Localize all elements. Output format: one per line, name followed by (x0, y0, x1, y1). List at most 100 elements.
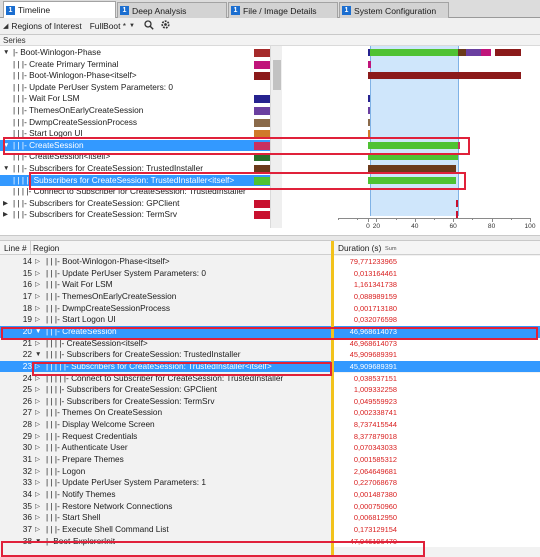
series-color-swatch[interactable] (254, 107, 270, 115)
table-row[interactable]: 38 ▼ |- Boot-ExplorerInit 47,946196470 (0, 535, 540, 548)
timeline-graph[interactable]: 0 20 40 60 80 100 (282, 46, 540, 235)
table-row[interactable]: 34 ▷ | | |- Notify Themes 0,001487380 (0, 489, 540, 501)
series-color-swatch[interactable] (254, 83, 270, 92)
expand-right-icon[interactable]: ▷ (35, 279, 40, 291)
expand-right-icon[interactable]: ▷ (35, 489, 40, 501)
search-icon[interactable] (144, 19, 154, 33)
table-row[interactable]: 14 ▷ | | |- Boot-Winlogon-Phase<itself> 79,… (0, 256, 540, 268)
table-row[interactable]: 19 ▷ | | |- Start Logon UI 0,032076598 (0, 314, 540, 326)
expand-right-icon[interactable]: ▷ (35, 361, 40, 373)
table-row[interactable]: 37 ▷ | | |- Execute Shell Command List 0,17… (0, 523, 540, 536)
graph-bar-segment[interactable] (368, 72, 522, 80)
table-row[interactable]: 22 ▼ | | | |- Subscribers for CreateSessio… (0, 349, 540, 361)
expand-right-icon[interactable]: ▷ (35, 407, 40, 419)
tab-system-configuration[interactable]: 1 System Configuration (339, 2, 449, 18)
series-scrollbar[interactable] (270, 46, 282, 228)
series-tree-row[interactable]: ▼ | | |- CreateSession (0, 139, 270, 152)
tab-timeline[interactable]: 1 Timeline (3, 1, 116, 18)
expand-down-icon[interactable]: ▼ (35, 349, 41, 361)
graph-bar-segment[interactable] (368, 118, 370, 126)
graph-bar-segment[interactable] (368, 107, 370, 114)
graph-bar-segment[interactable] (368, 153, 459, 161)
series-color-swatch[interactable] (254, 188, 270, 197)
table-row[interactable]: 31 ▷ | | |- Prepare Themes 0,001585312 (0, 454, 540, 466)
expand-right-icon[interactable]: ▷ (35, 477, 40, 489)
table-row[interactable]: 15 ▷ | | |- Update PerUser System Paramete… (0, 267, 540, 280)
expand-right-icon[interactable]: ▶ (3, 198, 11, 210)
graph-bar-segment[interactable] (458, 49, 466, 56)
series-tree-row[interactable]: ▼ |- Boot-Winlogon-Phase (0, 47, 270, 59)
column-header-line[interactable]: Line # (4, 243, 27, 253)
series-color-swatch[interactable] (254, 60, 270, 69)
table-row[interactable]: 23 ▷ | | | | |- Subscribers for CreateSess… (0, 360, 540, 373)
expand-right-icon[interactable]: ▷ (35, 431, 40, 443)
expand-right-icon[interactable]: ▷ (35, 291, 40, 303)
table-row[interactable]: 36 ▷ | | |- Start Shell 0,006812950 (0, 512, 540, 524)
collapse-arrow-icon[interactable]: ◢ (3, 22, 8, 30)
table-row[interactable]: 30 ▷ | | |- Authenticate User 0,070343033 (0, 442, 540, 455)
expand-right-icon[interactable]: ▶ (3, 209, 11, 221)
graph-bar-segment[interactable] (370, 49, 459, 56)
expand-right-icon[interactable]: ▷ (35, 419, 40, 431)
expand-right-icon[interactable]: ▷ (35, 384, 40, 396)
series-color-swatch[interactable] (254, 95, 270, 104)
expand-down-icon[interactable]: ▼ (35, 326, 41, 338)
table-row[interactable]: 18 ▷ | | |- DwmpCreateSessionProcess 0,0017… (0, 302, 540, 315)
expand-right-icon[interactable]: ▷ (35, 524, 40, 536)
series-tree-row[interactable]: ▶ | | |- Subscribers for CreateSession: T… (0, 209, 270, 221)
series-tree-row[interactable]: | | |- CreateSession<itself> (0, 151, 270, 163)
gear-icon[interactable] (160, 19, 171, 33)
graph-bar-segment[interactable] (368, 141, 459, 149)
graph-bar-segment[interactable] (465, 49, 482, 56)
expand-right-icon[interactable]: ▷ (35, 454, 40, 466)
series-tree-row[interactable]: | | |- DwmpCreateSessionProcess (0, 117, 270, 129)
table-row[interactable]: 24 ▷ | | | | |- Connect to Subscriber for … (0, 372, 540, 385)
series-tree-row[interactable]: ▶ | | |- Subscribers for CreateSession: G… (0, 198, 270, 210)
graph-bar-segment[interactable] (368, 60, 371, 68)
graph-bar-segment[interactable] (368, 165, 457, 172)
expand-right-icon[interactable]: ▷ (35, 256, 40, 268)
series-color-swatch[interactable] (254, 72, 270, 81)
column-header-duration[interactable]: Duration (s) (338, 243, 381, 253)
graph-bar-segment[interactable] (368, 176, 457, 184)
series-color-swatch[interactable] (254, 176, 270, 185)
expand-right-icon[interactable]: ▷ (35, 442, 40, 454)
table-row[interactable]: 20 ▼ | | |- CreateSession 46,968614073 (0, 325, 540, 338)
table-row[interactable]: 32 ▷ | | |- Logon 2,064649681 (0, 465, 540, 478)
series-color-swatch[interactable] (254, 130, 270, 139)
expand-right-icon[interactable]: ▷ (35, 314, 40, 326)
graph-bar-segment[interactable] (368, 95, 371, 103)
series-color-swatch[interactable] (254, 153, 270, 162)
series-tree-row[interactable]: | | |- Wait For LSM (0, 93, 270, 105)
scrollbar-thumb[interactable] (273, 60, 281, 90)
table-row[interactable]: 25 ▷ | | | |- Subscribers for CreateSessio… (0, 384, 540, 396)
series-color-swatch[interactable] (254, 199, 270, 208)
series-color-swatch[interactable] (254, 49, 270, 57)
table-row[interactable]: 26 ▷ | | | |- Subscribers for CreateSessio… (0, 395, 540, 408)
expand-down-icon[interactable]: ▼ (3, 163, 11, 175)
graph-bar-segment[interactable] (368, 130, 370, 138)
table-row[interactable]: 21 ▷ | | | |- CreateSession<itself> 46,9686… (0, 337, 540, 350)
column-header-region[interactable]: Region (33, 243, 59, 253)
series-tree-row[interactable]: | | | |- Subscribers for CreateSession: … (0, 174, 270, 187)
table-row[interactable]: 29 ▷ | | |- Request Credentials 8,377879018 (0, 430, 540, 443)
tab-file-image-details[interactable]: 1 File / Image Details (228, 2, 338, 18)
expand-down-icon[interactable]: ▼ (35, 536, 41, 548)
expand-right-icon[interactable]: ▷ (35, 268, 40, 280)
graph-bar-segment[interactable] (494, 49, 522, 56)
series-tree-row[interactable]: | | |- ThemesOnEarlyCreateSession (0, 105, 270, 117)
table-row[interactable]: 17 ▷ | | |- ThemesOnEarlyCreateSession 0,08… (0, 290, 540, 303)
roi-dropdown[interactable]: FullBoot * ▼ (87, 20, 138, 33)
expand-right-icon[interactable]: ▷ (35, 466, 40, 478)
series-tree-row[interactable]: | | |- Update PerUser System Parameters:… (0, 82, 270, 94)
table-row[interactable]: 16 ▷ | | |- Wait For LSM 1,161341738 (0, 279, 540, 291)
expand-right-icon[interactable]: ▷ (35, 338, 40, 350)
series-color-swatch[interactable] (254, 118, 270, 127)
graph-bar-segment[interactable] (458, 141, 461, 149)
graph-bar-segment[interactable] (456, 199, 459, 207)
expand-right-icon[interactable]: ▷ (35, 303, 40, 315)
graph-bar-segment[interactable] (456, 211, 458, 219)
graph-bar-segment[interactable] (481, 49, 491, 56)
tab-deep-analysis[interactable]: 1 Deep Analysis (117, 2, 227, 18)
series-tree-row[interactable]: | | |- Boot-Winlogon-Phase<itself> (0, 70, 270, 82)
